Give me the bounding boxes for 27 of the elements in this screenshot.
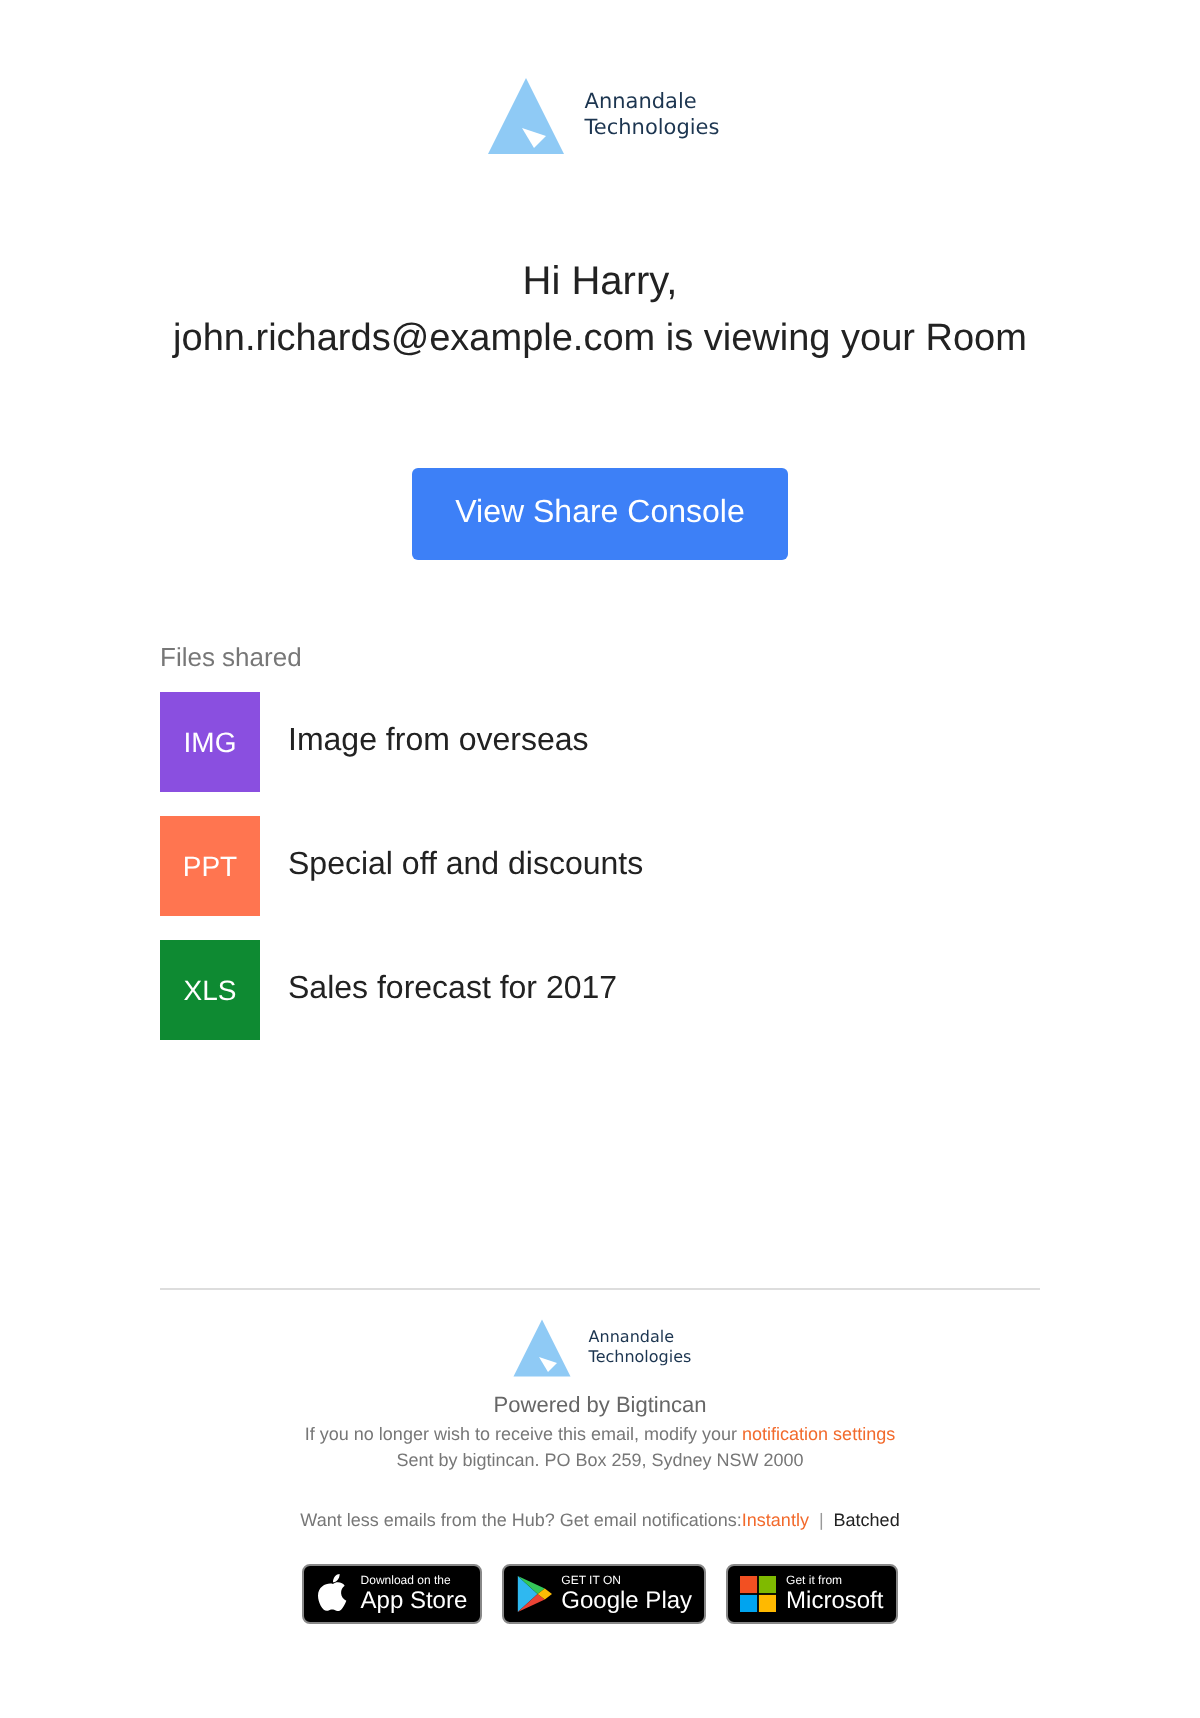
separator: | xyxy=(818,1510,824,1530)
apple-icon xyxy=(316,1574,351,1614)
frequency-option-link[interactable]: Batched xyxy=(833,1510,900,1530)
logo-text: Technologies xyxy=(588,1348,692,1368)
files-heading: Files shared xyxy=(160,642,304,672)
play-icon xyxy=(515,1574,552,1614)
greeting: Hi Harry, xyxy=(522,260,678,306)
logo-text: Annandale xyxy=(584,89,699,116)
badge-large-text: Microsoft xyxy=(786,1588,884,1612)
file-type-tile: PPT xyxy=(160,816,260,916)
windows-logo-icon xyxy=(740,1576,777,1612)
file-type-tile: IMG xyxy=(160,692,260,792)
logo-text: Technologies xyxy=(584,116,720,143)
logo-text: Annandale xyxy=(588,1328,677,1348)
file-type-tile: XLS xyxy=(160,940,260,1040)
powered-by-text: Powered by Bigtincan xyxy=(493,1394,707,1418)
address-text: Sent by bigtincan. PO Box 259, Sydney NSW 2000 xyxy=(396,1450,804,1470)
view-share-console-button[interactable]: View Share Console xyxy=(412,468,788,560)
message: john.richards@example.com is viewing your Room xyxy=(173,318,1027,362)
frequency-prompt: Want less emails from the Hub? Get email notifications: xyxy=(300,1510,742,1530)
logo-icon xyxy=(508,1318,577,1378)
badge-large-text: App Store xyxy=(360,1588,468,1612)
unsubscribe-text: If you no longer wish to receive this email, modify your xyxy=(304,1424,738,1444)
file-name[interactable]: Image from overseas xyxy=(288,724,589,760)
file-name[interactable]: Special off and discounts xyxy=(288,848,644,884)
file-name[interactable]: Sales forecast for 2017 xyxy=(288,972,618,1008)
badge-large-text: Google Play xyxy=(561,1588,693,1612)
